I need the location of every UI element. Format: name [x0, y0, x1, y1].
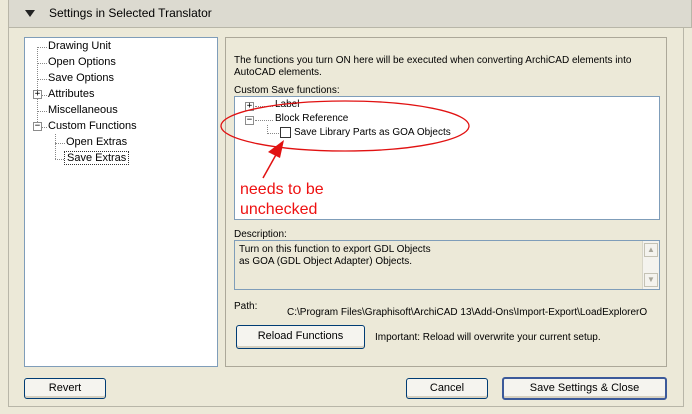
annotation-line-1: needs to be	[240, 181, 324, 198]
annotation-ellipse	[220, 100, 470, 152]
annotation-line-2: unchecked	[240, 201, 318, 218]
revert-button[interactable]: Revert	[24, 378, 106, 399]
cancel-button[interactable]: Cancel	[406, 378, 488, 399]
annotation-overlay	[220, 100, 470, 179]
annotation-text: needs to be unchecked	[240, 180, 324, 220]
save-settings-close-button[interactable]: Save Settings & Close	[502, 377, 667, 400]
annotation-arrow-head	[268, 140, 284, 158]
